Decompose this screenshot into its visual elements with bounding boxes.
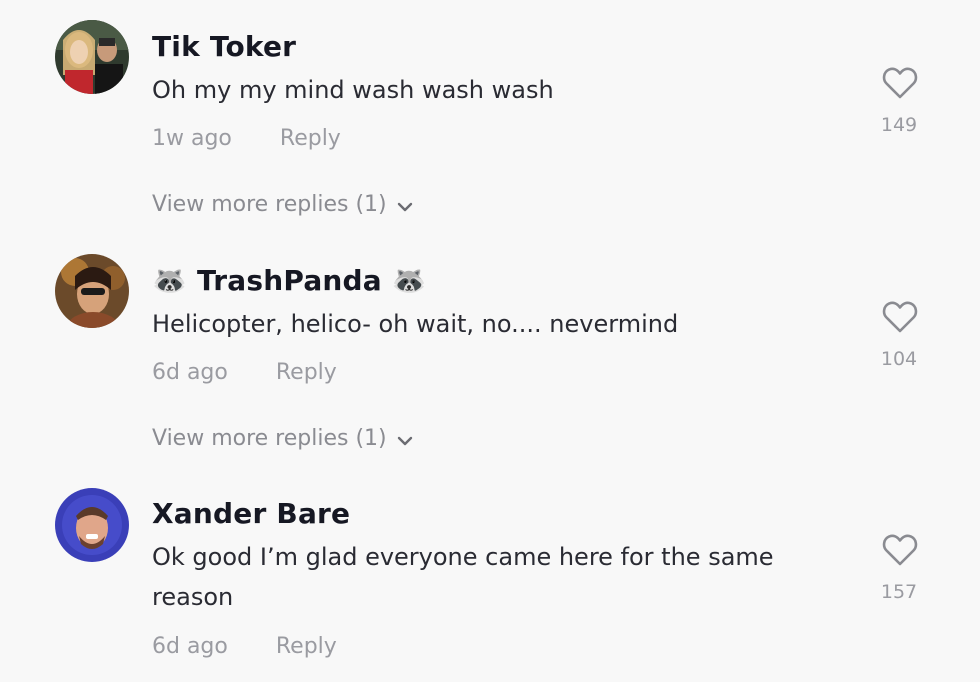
comment-text: Oh my my mind wash wash wash bbox=[152, 76, 554, 104]
reply-button[interactable]: Reply bbox=[276, 634, 337, 659]
reply-button[interactable]: Reply bbox=[280, 126, 341, 151]
comment-text: Ok good I’m glad everyone came here for … bbox=[152, 543, 774, 611]
avatar[interactable] bbox=[55, 20, 129, 94]
view-more-replies-button[interactable]: View more replies (1) bbox=[152, 426, 413, 452]
like-button[interactable] bbox=[880, 533, 920, 571]
comment-time: 1w ago bbox=[152, 126, 232, 151]
avatar[interactable] bbox=[55, 254, 129, 328]
heart-icon bbox=[882, 301, 918, 338]
avatar[interactable] bbox=[55, 488, 129, 562]
comment-meta: 1w ago Reply bbox=[152, 126, 341, 151]
comment-username[interactable]: Tik Toker bbox=[152, 30, 296, 63]
like-count: 149 bbox=[880, 114, 918, 136]
like-count: 157 bbox=[880, 581, 918, 603]
reply-button[interactable]: Reply bbox=[276, 360, 337, 385]
like-count: 104 bbox=[880, 348, 918, 370]
comment-username[interactable]: Xander Bare bbox=[152, 497, 350, 530]
raccoon-icon: 🦝 bbox=[391, 264, 427, 297]
comment-time: 6d ago bbox=[152, 360, 228, 385]
view-more-replies-button[interactable]: View more replies (1) bbox=[152, 192, 413, 218]
heart-icon bbox=[882, 534, 918, 571]
comment-username[interactable]: 🦝 TrashPanda 🦝 bbox=[152, 264, 427, 297]
heart-icon bbox=[882, 67, 918, 104]
comment-time: 6d ago bbox=[152, 634, 228, 659]
like-button[interactable] bbox=[880, 66, 920, 104]
comment-meta: 6d ago Reply bbox=[152, 634, 337, 659]
comment-text: Helicopter, helico- oh wait, no.... neve… bbox=[152, 310, 679, 338]
chevron-down-icon bbox=[397, 193, 413, 218]
comment-meta: 6d ago Reply bbox=[152, 360, 337, 385]
like-button[interactable] bbox=[880, 300, 920, 338]
chevron-down-icon bbox=[397, 427, 413, 452]
raccoon-icon: 🦝 bbox=[152, 264, 188, 297]
